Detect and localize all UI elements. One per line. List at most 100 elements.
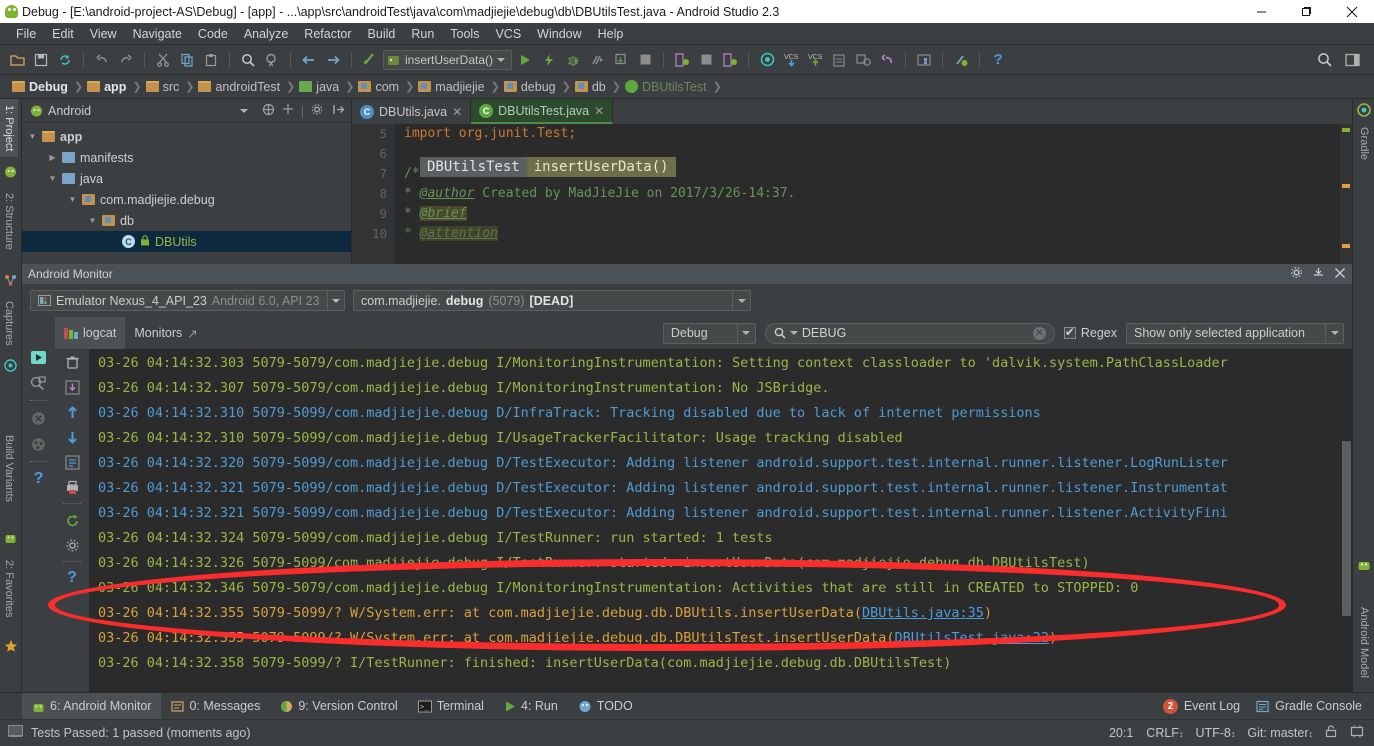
apply-changes-icon[interactable] (538, 49, 560, 71)
open-project-icon[interactable] (6, 49, 28, 71)
help-icon[interactable]: ? (987, 49, 1009, 71)
breadcrumb-class[interactable]: DBUtilsTest (420, 157, 527, 177)
process-selector[interactable]: com.madjiejie. debug (5079) [DEAD] (353, 290, 751, 311)
scroll-to-end-icon[interactable] (61, 377, 83, 397)
undo-icon[interactable] (91, 49, 113, 71)
logcat-search-box[interactable]: ✕ (764, 322, 1055, 344)
help-icon[interactable]: ? (28, 469, 50, 489)
vcs-commit-icon[interactable]: VCS (804, 49, 826, 71)
log-level-selector[interactable]: Debug (662, 322, 756, 344)
detach-icon[interactable]: ↗ (187, 326, 197, 341)
gear-icon[interactable] (61, 535, 83, 555)
chevron-down-icon[interactable] (732, 291, 750, 310)
vcs-revert-icon[interactable] (876, 49, 898, 71)
editor-tab-dbutils[interactable]: C DBUtils.java ✕ (352, 99, 472, 124)
clear-search-icon[interactable]: ✕ (1032, 326, 1046, 340)
vcs-update-icon[interactable]: VCS (780, 49, 802, 71)
chevron-down-icon[interactable] (68, 195, 77, 204)
run-button-icon[interactable] (514, 49, 536, 71)
chevron-down-icon[interactable] (1325, 323, 1343, 343)
tool-window-android-model[interactable]: Android Model (1355, 601, 1373, 684)
device-selector[interactable]: Emulator Nexus_4_API_23 Android 6.0, API… (30, 290, 345, 311)
android-device-monitor-icon[interactable] (756, 49, 778, 71)
bottom-item-android-monitor[interactable]: 6: Android Monitor (22, 692, 162, 720)
breadcrumb-item-db[interactable]: db (571, 80, 612, 94)
chevron-down-icon[interactable] (88, 216, 97, 225)
checkbox-icon[interactable] (1063, 325, 1076, 339)
layout-toggle-icon[interactable] (1342, 49, 1364, 71)
vcs-history-icon[interactable] (828, 49, 850, 71)
tool-window-gradle[interactable]: Gradle (1355, 121, 1373, 166)
redo-icon[interactable] (115, 49, 137, 71)
tree-node-app[interactable]: app (22, 126, 351, 147)
bottom-item-messages[interactable]: 0: Messages (161, 693, 270, 720)
menu-file[interactable]: File (8, 25, 44, 43)
stop-icon[interactable] (634, 49, 656, 71)
menu-edit[interactable]: Edit (44, 25, 82, 43)
vcs-diff-icon[interactable] (852, 49, 874, 71)
menu-code[interactable]: Code (190, 25, 236, 43)
tool-window-project[interactable]: 1: Project (0, 99, 18, 158)
source-link[interactable]: DBUtils.java:35 (862, 605, 984, 621)
project-structure-icon[interactable] (913, 49, 935, 71)
tree-node-java[interactable]: java (22, 168, 351, 189)
source-link[interactable]: DBUtilsTest.java:22 (895, 630, 1049, 646)
scroll-down-icon[interactable] (61, 427, 83, 447)
bottom-item-todo[interactable]: TODO (568, 693, 643, 720)
tool-window-captures[interactable]: Captures (0, 295, 18, 352)
expand-collapse-icon[interactable] (262, 103, 275, 119)
avd-manager-icon[interactable] (671, 49, 693, 71)
breadcrumb-item-com[interactable]: com (354, 80, 405, 94)
breadcrumb-item-androidtest[interactable]: androidTest (194, 80, 286, 94)
close-icon[interactable]: ✕ (594, 104, 604, 118)
scroll-up-icon[interactable] (61, 402, 83, 422)
chevron-down-icon[interactable] (736, 323, 755, 343)
tool-window-build-variants[interactable]: Build Variants (0, 429, 18, 508)
event-log-button[interactable]: 2 Event Log (1162, 693, 1240, 720)
tree-node-dbutils[interactable]: C DBUtils (22, 231, 351, 252)
debug-icon[interactable] (562, 49, 584, 71)
close-icon[interactable]: ✕ (452, 105, 462, 119)
breadcrumb-item-java[interactable]: java (295, 80, 345, 94)
tree-node-package[interactable]: com.madjiejie.debug (22, 189, 351, 210)
bottom-item-run[interactable]: 4: Run (494, 693, 568, 720)
tab-logcat[interactable]: logcat (55, 317, 126, 349)
sync-project-gradle-icon[interactable] (359, 49, 381, 71)
menu-view[interactable]: View (82, 25, 125, 43)
breadcrumb-item-src[interactable]: src (142, 80, 186, 94)
menu-refactor[interactable]: Refactor (296, 25, 359, 43)
bottom-item-terminal[interactable]: >_ Terminal (408, 693, 494, 720)
editor-marker-bar[interactable] (1340, 124, 1352, 264)
menu-tools[interactable]: Tools (442, 25, 487, 43)
line-separator-selector[interactable]: CRLF↕ (1146, 726, 1183, 740)
tree-node-manifests[interactable]: manifests (22, 147, 351, 168)
chevron-down-icon[interactable] (789, 331, 798, 335)
clear-logcat-icon[interactable] (61, 352, 83, 372)
scrollbar-thumb[interactable] (1342, 441, 1351, 616)
search-everywhere-icon[interactable] (1314, 49, 1336, 71)
run-configuration-selector[interactable]: insertUserData() (383, 49, 513, 70)
gradle-console-button[interactable]: Gradle Console (1256, 693, 1362, 720)
breadcrumb-item-dbutilstest[interactable]: DBUtilsTest (621, 80, 713, 94)
breadcrumb-item-madjiejie[interactable]: madjiejie (414, 80, 490, 94)
breadcrumb-item-debug-pkg[interactable]: debug (500, 80, 562, 94)
minimize-panel-icon[interactable] (1312, 266, 1325, 282)
step-into-icon[interactable] (610, 49, 632, 71)
maximize-button[interactable] (1284, 0, 1329, 23)
cut-icon[interactable] (152, 49, 174, 71)
replace-icon[interactable] (261, 49, 283, 71)
layout-inspector-icon[interactable] (28, 373, 50, 393)
minimize-button[interactable] (1239, 0, 1284, 23)
close-panel-icon[interactable] (1334, 267, 1346, 282)
logcat-text[interactable]: 03-26 04:14:32.303 5079-5079/com.madjiej… (89, 349, 1341, 692)
stop-process-icon[interactable] (695, 49, 717, 71)
tree-node-db[interactable]: db (22, 210, 351, 231)
copy-icon[interactable] (176, 49, 198, 71)
forward-icon[interactable] (322, 49, 344, 71)
tool-window-structure[interactable]: 2: Structure (0, 187, 18, 256)
gear-icon[interactable] (1290, 266, 1303, 282)
memory-indicator-icon[interactable] (1350, 725, 1364, 741)
menu-vcs[interactable]: VCS (487, 25, 529, 43)
menu-run[interactable]: Run (403, 25, 442, 43)
bottom-item-version-control[interactable]: 9: Version Control (270, 693, 407, 720)
